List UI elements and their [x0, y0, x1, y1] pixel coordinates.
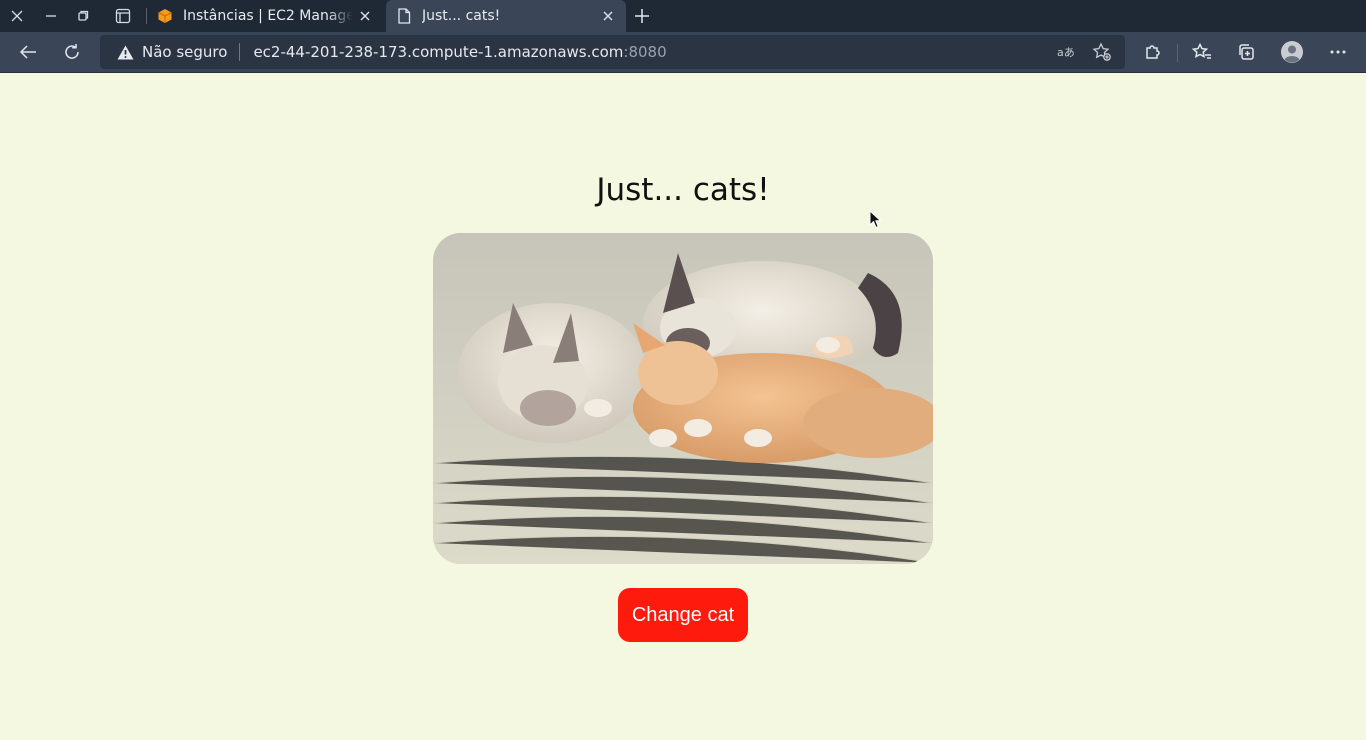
- favorites-star-icon: [1192, 43, 1211, 59]
- browser-toolbar: Não seguro ec2-44-201-238-173.compute-1.…: [0, 32, 1366, 73]
- tab-close-button[interactable]: [596, 4, 620, 28]
- mouse-cursor-icon: [869, 210, 882, 229]
- avatar-icon: [1281, 41, 1303, 63]
- page-title: Just... cats!: [596, 172, 770, 208]
- new-tab-button[interactable]: [630, 4, 654, 28]
- collections-button[interactable]: [1230, 36, 1262, 68]
- tab-ec2-console[interactable]: Instâncias | EC2 Management Console: [147, 0, 383, 32]
- tab-just-cats[interactable]: Just... cats!: [386, 0, 626, 32]
- collections-icon: [1239, 44, 1254, 60]
- browser-tab-strip: Instâncias | EC2 Management Console Just…: [0, 0, 1366, 32]
- window-restore-button[interactable]: [66, 0, 99, 32]
- profile-button[interactable]: [1276, 36, 1308, 68]
- arrow-left-icon: [19, 45, 36, 59]
- tab-title: Just... cats!: [422, 8, 501, 24]
- cat-photo: [433, 233, 933, 564]
- tab-title: Instâncias | EC2 Management Console: [183, 8, 353, 24]
- window-close-button[interactable]: [0, 0, 33, 32]
- read-aloud-translate-icon[interactable]: aあ: [1054, 40, 1078, 64]
- url-text[interactable]: ec2-44-201-238-173.compute-1.amazonaws.c…: [253, 43, 666, 61]
- address-bar[interactable]: Não seguro ec2-44-201-238-173.compute-1.…: [100, 35, 1125, 69]
- close-icon: [360, 11, 370, 21]
- warning-icon[interactable]: [117, 44, 134, 60]
- security-status[interactable]: Não seguro: [142, 43, 227, 61]
- back-button[interactable]: [12, 36, 44, 68]
- url-host: ec2-44-201-238-173.compute-1.amazonaws.c…: [253, 43, 624, 61]
- page-icon: [396, 8, 412, 24]
- plus-icon: [635, 9, 649, 23]
- settings-menu-button[interactable]: [1322, 36, 1354, 68]
- favorites-button[interactable]: [1186, 36, 1218, 68]
- window-minimize-button[interactable]: [34, 0, 67, 32]
- puzzle-icon: [1146, 45, 1160, 59]
- url-port: :8080: [623, 43, 667, 61]
- toolbar-separator: [1177, 44, 1178, 62]
- svg-text:aあ: aあ: [1057, 46, 1075, 59]
- reload-icon: [65, 44, 79, 59]
- minimize-icon: [45, 15, 56, 17]
- reload-button[interactable]: [56, 36, 88, 68]
- tab-actions-icon: [115, 8, 130, 24]
- extensions-button[interactable]: [1137, 36, 1169, 68]
- tab-actions-button[interactable]: [106, 0, 139, 32]
- aws-box-icon: [157, 8, 173, 24]
- change-cat-button[interactable]: Change cat: [618, 588, 748, 642]
- close-icon: [11, 10, 22, 22]
- address-divider: [239, 43, 241, 61]
- restore-icon: [77, 10, 88, 21]
- add-favorite-icon[interactable]: [1090, 40, 1114, 64]
- more-options-icon: [1330, 50, 1346, 54]
- tab-close-button[interactable]: [353, 4, 377, 28]
- close-icon: [603, 11, 613, 21]
